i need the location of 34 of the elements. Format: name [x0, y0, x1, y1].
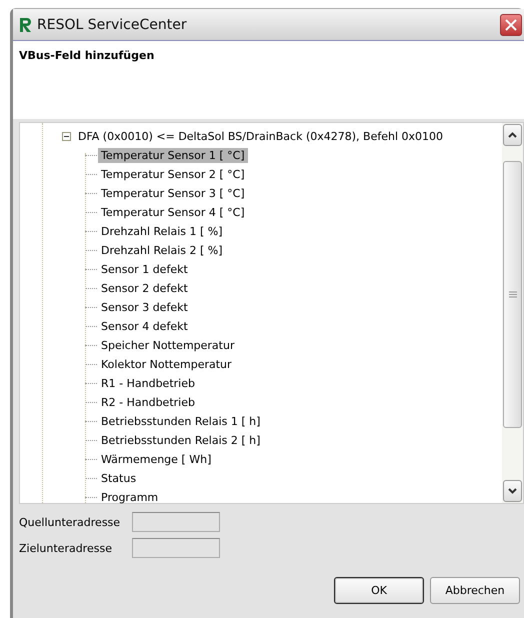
scroll-thumb[interactable] — [503, 161, 522, 428]
tree-item[interactable]: DFA (0x0010) <= DeltaSol BS/DrainBack (0x4278), Befehl 0x0100 — [75, 129, 446, 144]
tree-item[interactable]: Speicher Nottemperatur — [98, 338, 238, 353]
ok-button[interactable]: OK — [334, 577, 424, 604]
field-label: Zielunteradresse — [19, 542, 113, 554]
tree-item[interactable]: Status — [98, 471, 140, 486]
tree-item[interactable]: R2 - Handbetrieb — [98, 395, 198, 410]
tree-item[interactable]: Wärmemenge [ Wh] — [98, 452, 214, 467]
scroll-up-icon[interactable] — [503, 124, 522, 146]
tree-item[interactable]: Drehzahl Relais 1 [ %] — [98, 224, 226, 239]
dialog-heading: VBus-Feld hinzufügen — [19, 49, 156, 62]
tree-item[interactable]: Temperatur Sensor 2 [ °C] — [98, 167, 248, 182]
tree-item[interactable]: Sensor 2 defekt — [98, 281, 191, 296]
close-icon — [505, 18, 517, 30]
tree-item[interactable]: Betriebsstunden Relais 2 [ h] — [98, 433, 264, 448]
tree-item[interactable]: Programm — [98, 490, 162, 505]
tree-item[interactable]: Betriebsstunden Relais 1 [ h] — [98, 414, 264, 429]
tree-item[interactable]: Kolektor Nottemperatur — [98, 357, 235, 372]
tree-item[interactable]: Sensor 3 defekt — [98, 300, 191, 315]
cancel-button[interactable]: Abbrechen — [430, 577, 520, 604]
close-button[interactable] — [500, 14, 522, 36]
logo-icon — [19, 16, 33, 32]
scroll-down-icon[interactable] — [503, 480, 522, 502]
window-title: RESOL ServiceCenter — [37, 16, 188, 32]
tree-item[interactable]: Sensor 4 defekt — [98, 319, 191, 334]
tree-item[interactable]: R1 - Handbetrieb — [98, 376, 198, 391]
tree-item[interactable]: Temperatur Sensor 1 [ °C] — [98, 148, 248, 163]
tree-item[interactable]: Temperatur Sensor 4 [ °C] — [98, 205, 248, 220]
tree-item[interactable]: Temperatur Sensor 3 [ °C] — [98, 186, 248, 201]
scrollbar[interactable] — [502, 123, 523, 503]
tree-item[interactable]: Drehzahl Relais 2 [ %] — [98, 243, 226, 258]
tree-item[interactable]: Sensor 1 defekt — [98, 262, 191, 277]
collapse-toggle-icon[interactable] — [62, 132, 71, 141]
field-label: Quellunteradresse — [19, 516, 122, 528]
